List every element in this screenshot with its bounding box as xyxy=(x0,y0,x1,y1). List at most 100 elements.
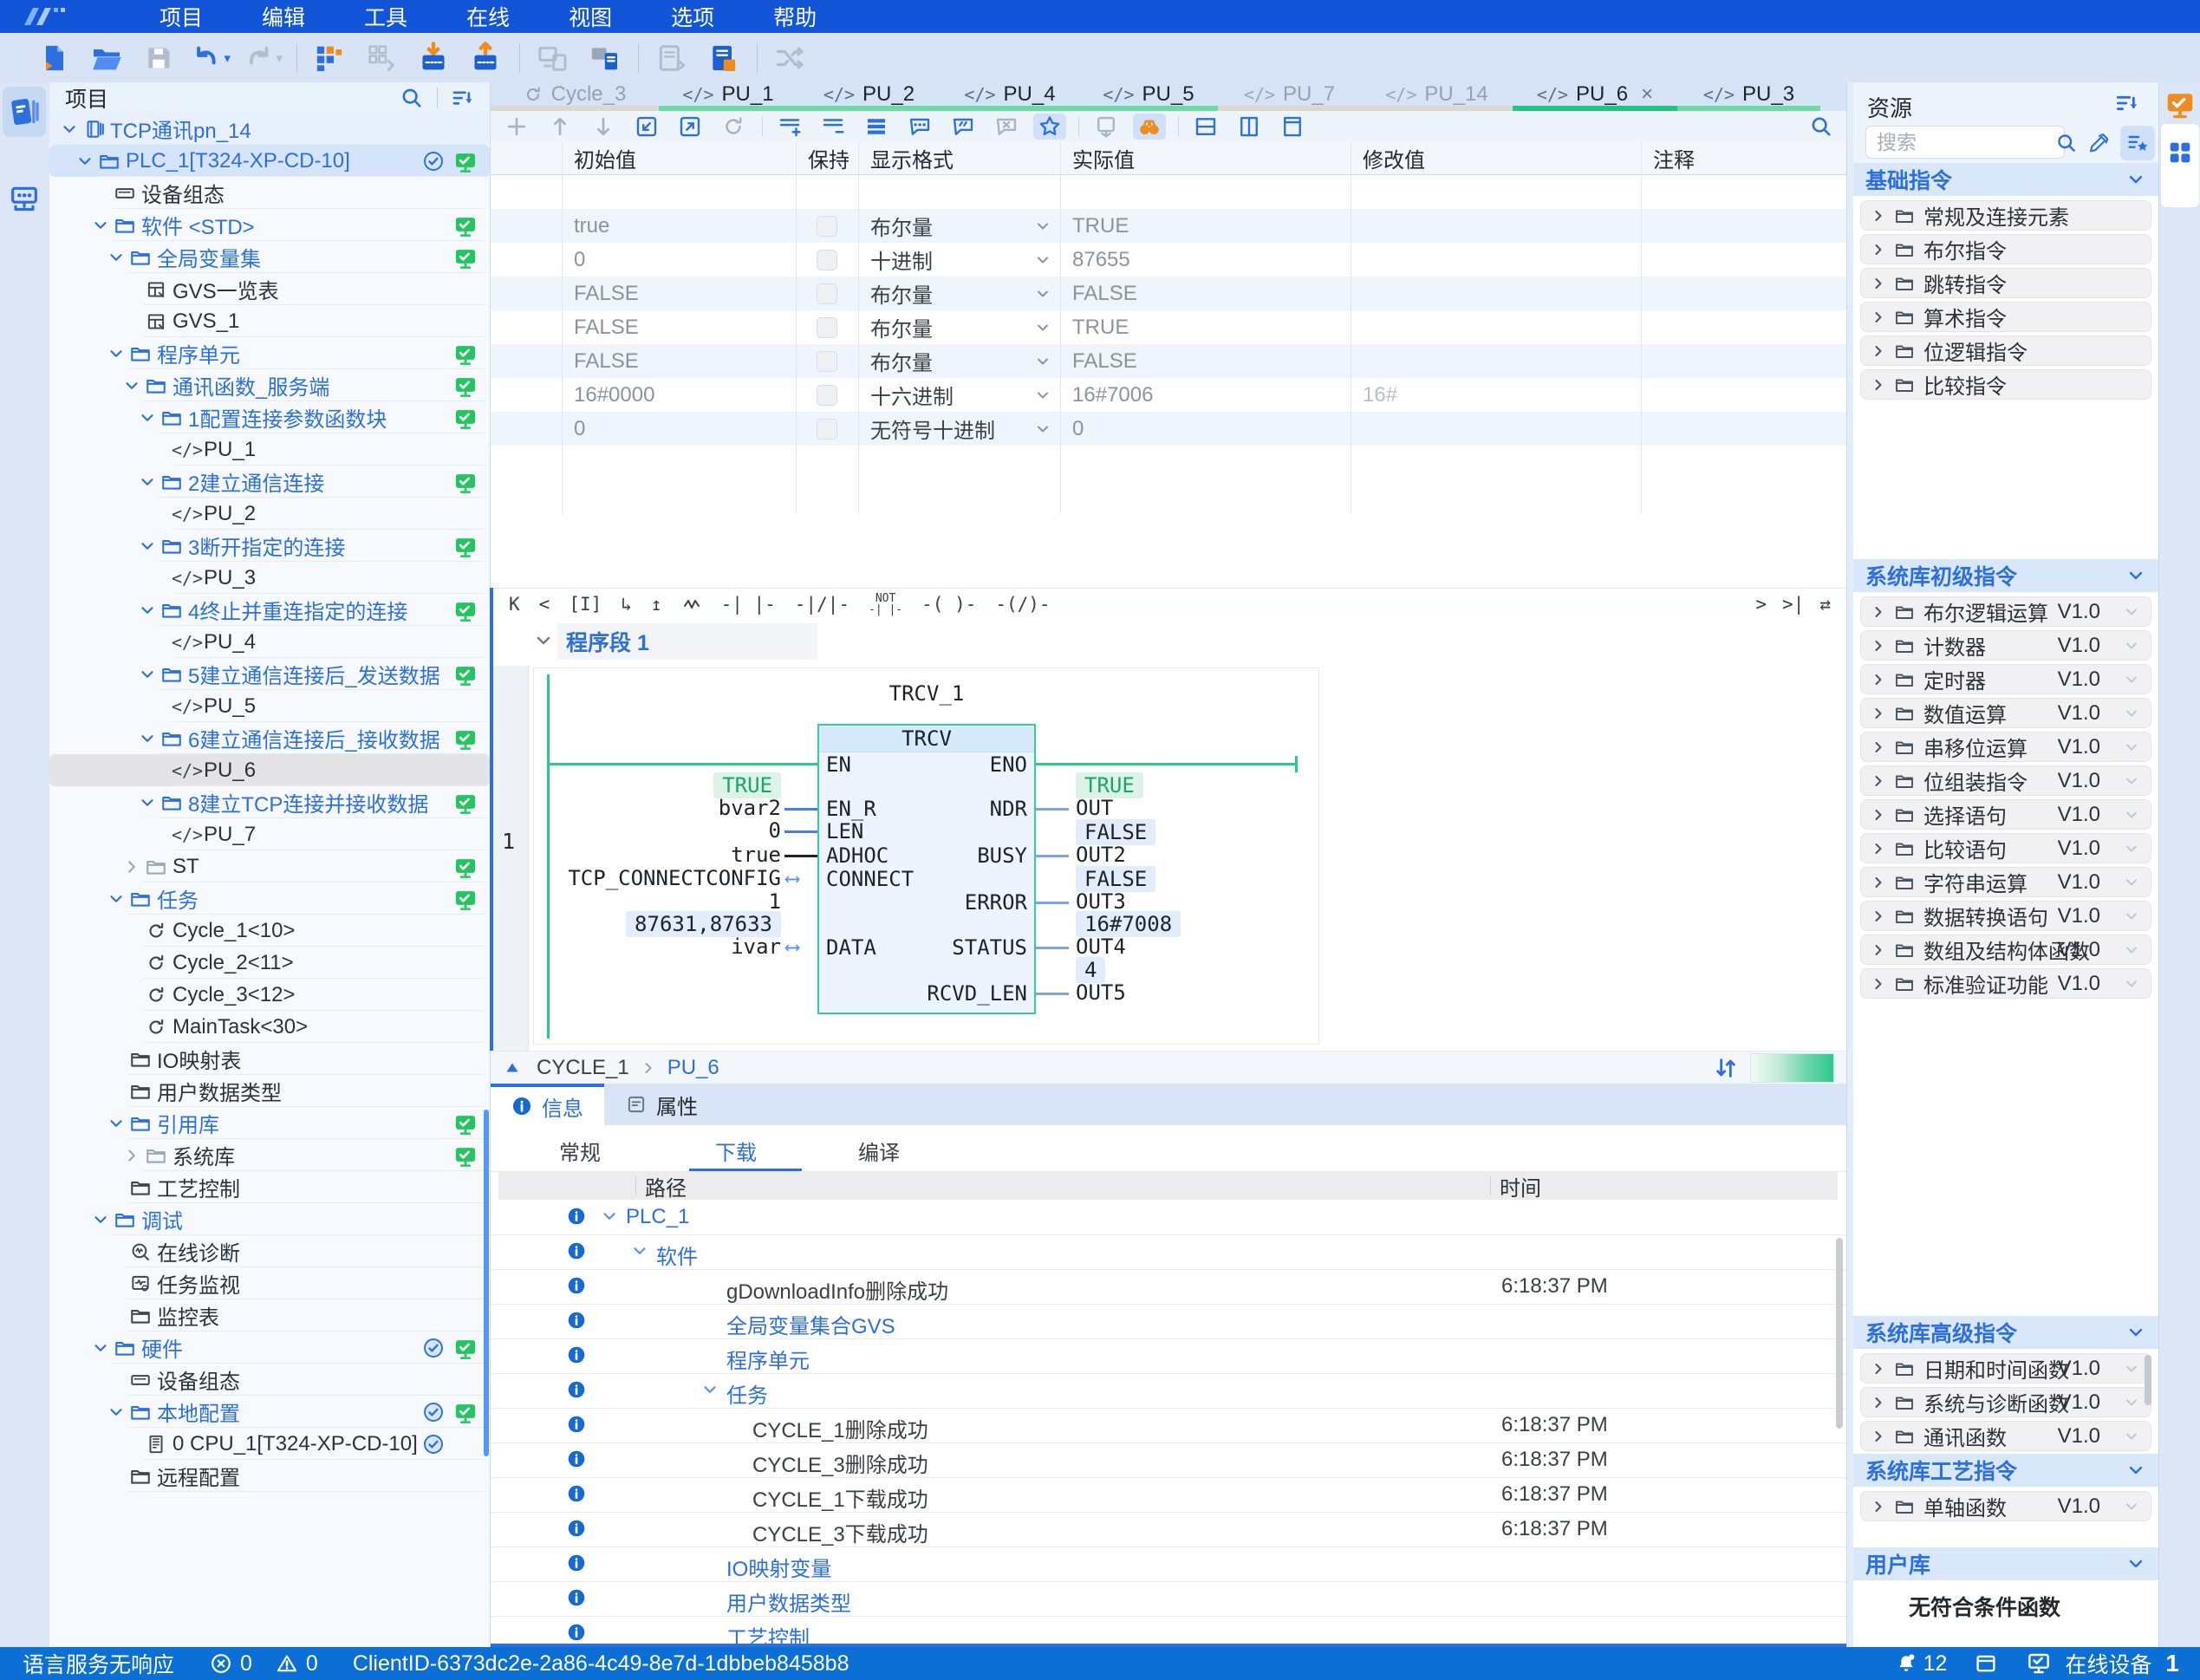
split-w-button[interactable] xyxy=(1276,114,1309,140)
cell-modify[interactable] xyxy=(1351,209,1641,243)
write-values-button[interactable] xyxy=(1090,114,1123,140)
retain-checkbox[interactable] xyxy=(817,419,837,440)
log-row[interactable]: 软件 xyxy=(490,1234,1846,1270)
redo-button[interactable]: ▾ xyxy=(243,38,283,78)
breadcrumb-task[interactable]: CYCLE_1 xyxy=(537,1056,629,1080)
resource-item[interactable]: 数值运算V1.0 xyxy=(1860,698,2151,728)
tree-item[interactable]: 5建立通信连接后_发送数据 xyxy=(49,658,490,690)
refresh-button[interactable] xyxy=(717,114,750,140)
cell-retain[interactable] xyxy=(796,243,858,277)
resource-section-header[interactable]: 用户库 xyxy=(1853,1547,2158,1580)
resource-item[interactable]: 通讯函数V1.0 xyxy=(1860,1421,2151,1451)
cell-format[interactable]: 布尔量 xyxy=(858,209,1060,243)
resource-section-header[interactable]: 系统库高级指令 xyxy=(1853,1316,2158,1349)
go-online-button[interactable] xyxy=(584,38,624,78)
watch-col-header[interactable]: 实际值 xyxy=(1060,141,1351,175)
cell-format[interactable]: 布尔量 xyxy=(858,277,1060,310)
favorite-star-button[interactable] xyxy=(1033,114,1066,140)
contact-nc-tool[interactable]: -|/|- xyxy=(795,594,849,615)
resource-item[interactable]: 数组及结构体函数V1.0 xyxy=(1860,934,2151,965)
chevron-down-icon[interactable] xyxy=(700,1380,719,1399)
compile-all-button[interactable] xyxy=(361,38,401,78)
tree-item[interactable]: </>PU_3 xyxy=(49,562,490,594)
menu-6[interactable]: 帮助 xyxy=(744,0,846,33)
watch-col-header[interactable]: 初始值 xyxy=(562,141,796,175)
cell-initial[interactable]: FALSE xyxy=(562,310,796,344)
cell-comment[interactable] xyxy=(1641,243,1846,277)
cell-modify[interactable] xyxy=(1351,310,1641,344)
tree-item[interactable]: 设备组态 xyxy=(49,177,490,209)
online-status-icon[interactable] xyxy=(2164,89,2196,120)
resource-sort-icon[interactable] xyxy=(2113,89,2141,117)
cell-comment[interactable] xyxy=(1641,412,1846,446)
tab-PU_3[interactable]: </>PU_3 xyxy=(1677,82,1820,106)
tree-item[interactable]: 0 CPU_1[T324-XP-CD-10] xyxy=(49,1428,490,1460)
tab-PU_1[interactable]: </>PU_1 xyxy=(659,82,797,106)
tree-item[interactable]: 4终止并重连指定的连接 xyxy=(49,594,490,626)
next-tool[interactable]: > xyxy=(1755,594,1767,615)
subtab-编译[interactable]: 编译 xyxy=(858,1136,900,1166)
move-up-button[interactable] xyxy=(543,114,576,140)
contact-not-tool[interactable]: NOT-| |- xyxy=(869,593,902,615)
tree-item[interactable]: 设备组态 xyxy=(49,1364,490,1396)
tree-item[interactable]: 软件 <STD> xyxy=(49,209,490,241)
cell-initial[interactable]: true xyxy=(562,209,796,243)
import-values-button[interactable] xyxy=(630,114,663,140)
tree-item[interactable]: 全局变量集 xyxy=(49,241,490,273)
tree-item[interactable]: 工艺控制 xyxy=(49,1171,490,1203)
resource-item[interactable]: 位组装指令V1.0 xyxy=(1860,765,2151,796)
tree-item[interactable]: MainTask<30> xyxy=(49,1011,490,1043)
tree-item[interactable]: 本地配置 xyxy=(49,1396,490,1428)
resource-section-header[interactable]: 系统库工艺指令 xyxy=(1853,1454,2158,1487)
resource-item[interactable]: 布尔指令 xyxy=(1860,234,2151,264)
tree-item[interactable]: 2建立通信连接 xyxy=(49,466,490,498)
wire-tool[interactable] xyxy=(681,594,702,615)
retain-checkbox[interactable] xyxy=(817,317,837,338)
cell-initial[interactable]: 0 xyxy=(562,412,796,446)
cell-format[interactable]: 十进制 xyxy=(858,243,1060,277)
tree-item[interactable]: 用户数据类型 xyxy=(49,1075,490,1107)
cell-modify[interactable] xyxy=(1351,344,1641,378)
tree-item[interactable]: </>PU_2 xyxy=(49,498,490,530)
tree-item[interactable]: ST xyxy=(49,850,490,882)
tab-Cycle_3[interactable]: Cycle_3 xyxy=(490,82,659,106)
tree-item[interactable]: 3断开指定的连接 xyxy=(49,530,490,562)
export-values-button[interactable] xyxy=(674,114,706,140)
tree-item[interactable]: GVS_1 xyxy=(49,305,490,337)
save-button[interactable] xyxy=(139,38,179,78)
resource-item[interactable]: 串移位运算V1.0 xyxy=(1860,732,2151,762)
tab-PU_14[interactable]: </>PU_14 xyxy=(1361,82,1513,106)
network-collapse-icon[interactable] xyxy=(533,630,554,651)
resource-section-header[interactable]: 基础指令 xyxy=(1853,163,2158,196)
resource-item[interactable]: 算术指令 xyxy=(1860,302,2151,332)
warning-icon[interactable] xyxy=(275,1651,299,1676)
tree-filter-icon[interactable] xyxy=(450,85,476,111)
prev-tool[interactable]: < xyxy=(539,594,550,615)
cell-comment[interactable] xyxy=(1641,310,1846,344)
log-col-path[interactable]: 路径 xyxy=(645,1171,687,1201)
jump-tool[interactable]: ↥ xyxy=(651,594,662,615)
add-row-button[interactable] xyxy=(500,114,533,140)
cell-comment[interactable] xyxy=(1641,344,1846,378)
tree-item[interactable]: PLC_1[T324-XP-CD-10] xyxy=(49,145,490,177)
resource-item[interactable]: 比较指令 xyxy=(1860,369,2151,400)
resource-item[interactable]: 单轴函数V1.0 xyxy=(1860,1491,2151,1521)
log-row[interactable]: 用户数据类型 xyxy=(490,1581,1846,1617)
tree-item[interactable]: </>PU_1 xyxy=(49,433,490,466)
device-view-button[interactable] xyxy=(651,38,691,78)
menu-0[interactable]: 项目 xyxy=(130,0,232,33)
online-device-icon[interactable] xyxy=(2025,1650,2053,1677)
resource-item[interactable]: 选择语句V1.0 xyxy=(1860,799,2151,830)
cell-comment[interactable] xyxy=(1641,277,1846,310)
cell-format[interactable]: 布尔量 xyxy=(858,344,1060,378)
tab-PU_4[interactable]: </>PU_4 xyxy=(941,82,1079,106)
upload-from-plc-button[interactable] xyxy=(465,38,505,78)
cell-comment[interactable] xyxy=(1641,378,1846,412)
tree-item[interactable]: IO映射表 xyxy=(49,1043,490,1075)
log-row[interactable]: CYCLE_1删除成功6:18:37 PM xyxy=(490,1408,1846,1443)
error-icon[interactable] xyxy=(209,1651,233,1676)
log-row[interactable]: 程序单元 xyxy=(490,1338,1846,1374)
monitor-binoculars-button[interactable] xyxy=(1133,114,1166,140)
retain-checkbox[interactable] xyxy=(817,283,837,304)
tree-item[interactable]: 通讯函数_服务端 xyxy=(49,369,490,401)
